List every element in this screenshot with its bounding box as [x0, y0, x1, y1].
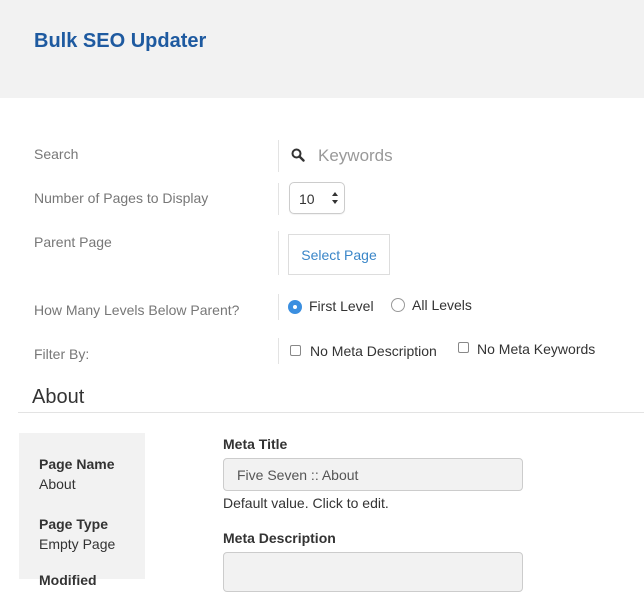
- section-title: About: [32, 386, 85, 408]
- page-type-value: Empty Page: [39, 536, 116, 552]
- meta-title-label: Meta Title: [223, 436, 288, 452]
- select-page-button[interactable]: Select Page: [288, 234, 390, 275]
- pages-to-display-label: Number of Pages to Display: [34, 190, 209, 206]
- header-bar: Bulk SEO Updater: [0, 0, 644, 98]
- select-page-label: Select Page: [301, 247, 377, 263]
- meta-description-field[interactable]: [223, 552, 523, 592]
- page-name-value: About: [39, 476, 76, 492]
- radio-all-levels-label: All Levels: [412, 297, 472, 313]
- filter-by-label: Filter By:: [34, 346, 90, 362]
- modified-label: Modified: [39, 572, 97, 588]
- pages-to-display-select[interactable]: 10: [289, 182, 345, 214]
- checkbox-no-meta-keywords-label: No Meta Keywords: [477, 341, 596, 357]
- meta-title-field[interactable]: Five Seven :: About: [223, 458, 523, 491]
- form-divider: [278, 183, 279, 215]
- checkbox-no-meta-description-label: No Meta Description: [310, 343, 437, 359]
- search-label: Search: [34, 146, 79, 162]
- radio-first-level[interactable]: [288, 300, 302, 314]
- form-divider: [278, 140, 279, 172]
- levels-label: How Many Levels Below Parent?: [34, 302, 240, 318]
- radio-all-levels[interactable]: [391, 298, 405, 312]
- radio-first-level-label: First Level: [309, 298, 374, 314]
- page-type-label: Page Type: [39, 516, 108, 532]
- meta-title-value: Five Seven :: About: [237, 467, 359, 483]
- radio-dot: [293, 305, 297, 309]
- page-name-label: Page Name: [39, 456, 115, 472]
- checkbox-no-meta-description[interactable]: [290, 345, 301, 356]
- parent-page-label: Parent Page: [34, 234, 112, 250]
- page-title: Bulk SEO Updater: [34, 30, 207, 52]
- meta-title-help: Default value. Click to edit.: [223, 495, 389, 511]
- pages-to-display-value: 10: [299, 191, 315, 207]
- form-divider: [278, 231, 279, 275]
- updown-arrows-icon: [332, 192, 338, 204]
- section-divider: [18, 412, 644, 413]
- form-divider: [278, 338, 279, 364]
- form-divider: [278, 294, 279, 320]
- search-icon: [291, 148, 305, 162]
- search-input[interactable]: [312, 140, 618, 172]
- checkbox-no-meta-keywords[interactable]: [458, 342, 469, 353]
- meta-description-label: Meta Description: [223, 530, 336, 546]
- page-info-panel: [19, 433, 145, 579]
